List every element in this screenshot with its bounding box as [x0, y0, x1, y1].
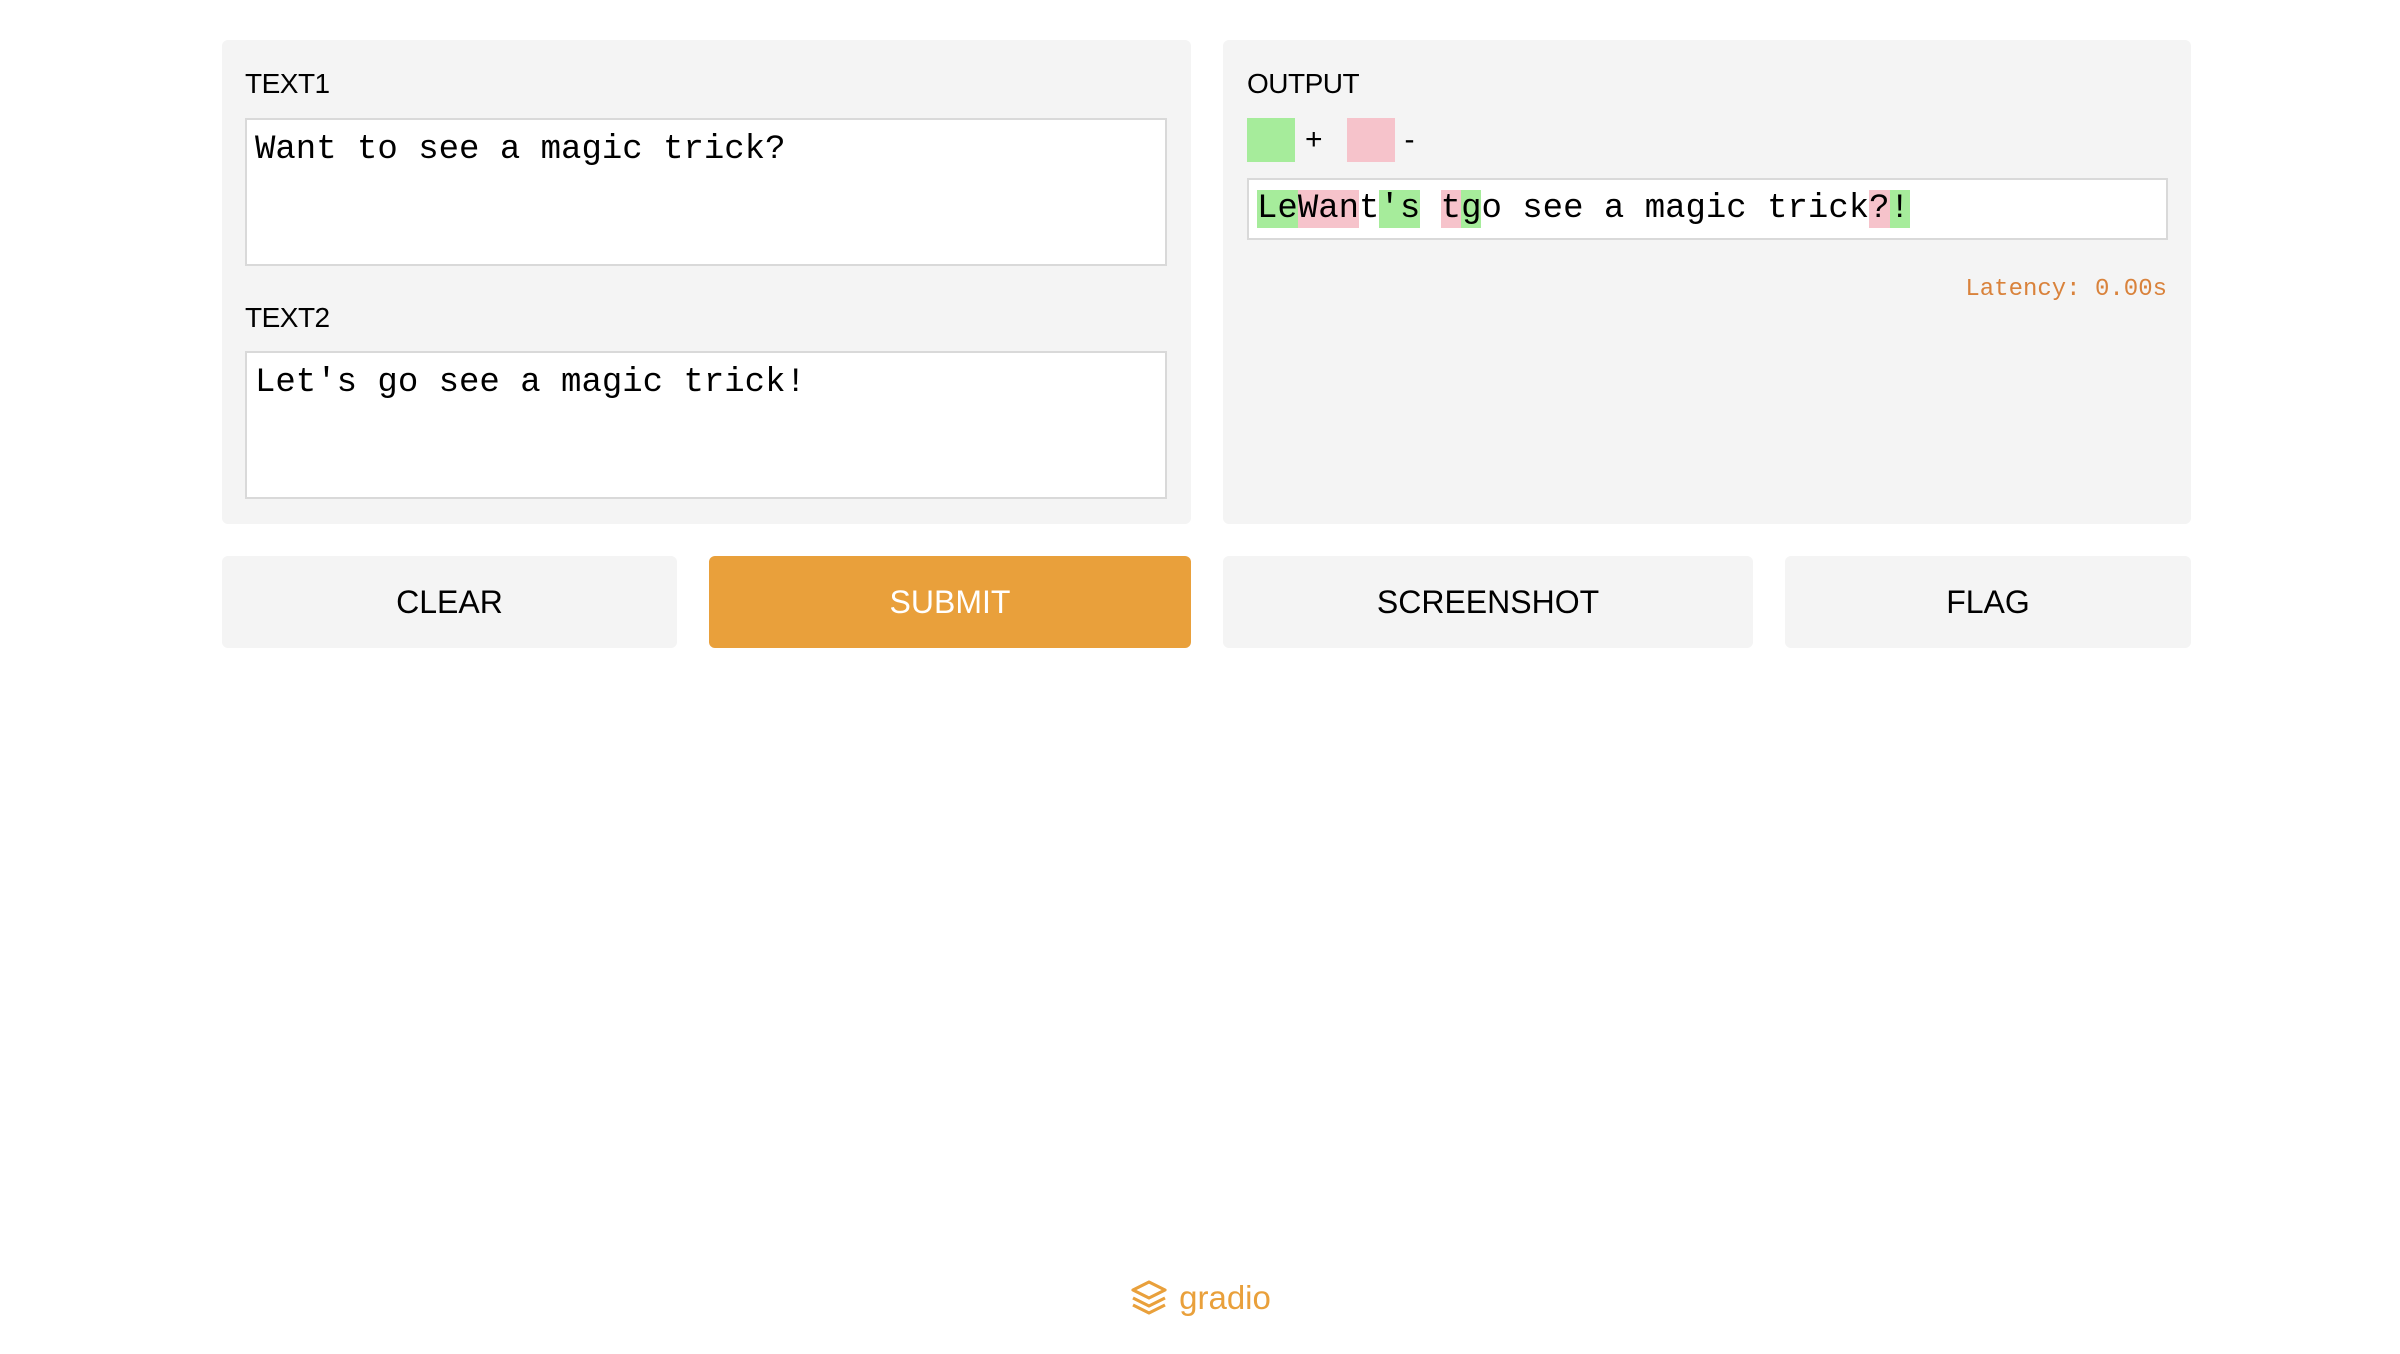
app-root: TEXT1 Want to see a magic trick? TEXT2 L…: [0, 0, 2400, 1354]
legend-add-swatch: [1247, 118, 1295, 162]
legend-remove-swatch: [1346, 118, 1395, 162]
diff-segment-equal: t: [1359, 190, 1380, 228]
diff-segment-add: g: [1461, 190, 1482, 228]
diff-segment-add: !: [1889, 190, 1910, 228]
text2-label: TEXT2: [245, 302, 330, 333]
legend-add-symbol: +: [1305, 123, 1323, 156]
diff-segment-remove: t: [1440, 190, 1462, 228]
submit-button[interactable]: SUBMIT: [709, 556, 1191, 648]
diff-segment-add: 's: [1379, 190, 1421, 228]
diff-segment-equal: [1420, 190, 1440, 228]
output-label: OUTPUT: [1247, 68, 1360, 99]
clear-button[interactable]: CLEAR: [222, 556, 677, 648]
diff-output: Le Wan t's tgo see a magic trick?!: [1247, 178, 2168, 240]
diff-segment-equal: o see a magic trick: [1481, 190, 1870, 228]
footer: gradio: [0, 1278, 2400, 1318]
input-panel: TEXT1 Want to see a magic trick? TEXT2 L…: [222, 40, 1191, 524]
flag-button[interactable]: FLAG: [1785, 556, 2191, 648]
text2-input[interactable]: Let's go see a magic trick!: [245, 351, 1167, 499]
diff-legend: + -: [1247, 118, 1439, 162]
legend-remove-symbol: -: [1404, 123, 1415, 156]
gradio-logo-icon: [1131, 1280, 1167, 1315]
footer-brand: gradio: [1179, 1279, 1271, 1316]
diff-segment-remove: ?: [1869, 190, 1890, 228]
diff-segment-remove: Wan: [1297, 190, 1360, 228]
screenshot-button[interactable]: SCREENSHOT: [1223, 556, 1753, 648]
text1-label: TEXT1: [245, 68, 330, 99]
latency-text: Latency: 0.00s: [1965, 276, 2167, 303]
output-panel: OUTPUT + - Le Wan t's tgo see a magic tric…: [1223, 40, 2191, 524]
diff-segment-add: Le: [1257, 190, 1298, 228]
text1-input[interactable]: Want to see a magic trick?: [245, 118, 1167, 266]
